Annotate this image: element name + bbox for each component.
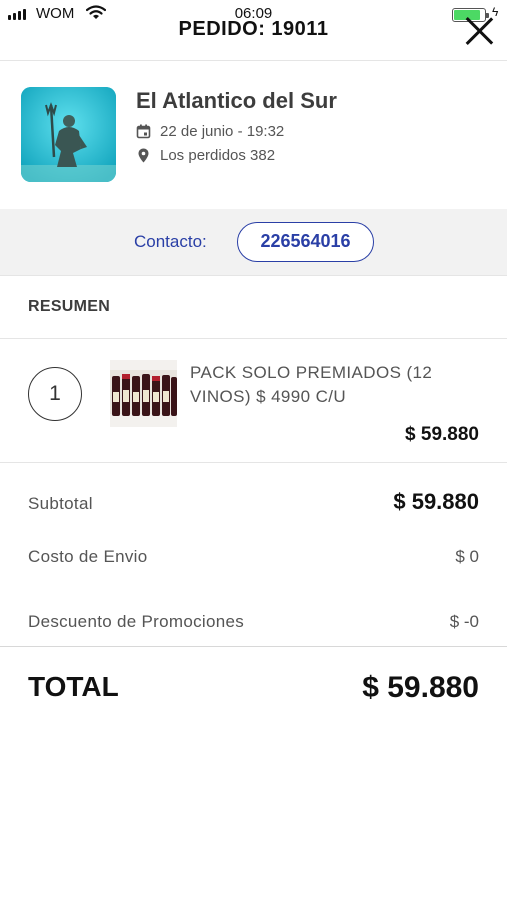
divider: [0, 338, 507, 339]
item-name: PACK SOLO PREMIADOS (12 VINOS) $ 4990 C/…: [190, 363, 433, 406]
contact-band: Contacto: 226564016: [0, 209, 507, 275]
shipping-label: Costo de Envio: [28, 547, 148, 566]
item-quantity: 1: [28, 367, 82, 421]
divider: [0, 646, 507, 647]
summary-title: RESUMEN: [28, 298, 111, 315]
store-name: El Atlantico del Sur: [136, 88, 337, 113]
product-image: [110, 360, 177, 427]
total-label: TOTAL: [28, 671, 119, 702]
store-datetime: 22 de junio - 19:32: [160, 123, 285, 140]
subtotal-label: Subtotal: [28, 494, 93, 513]
subtotal-value: $ 59.880: [393, 489, 479, 514]
contact-phone-button[interactable]: 226564016: [237, 222, 374, 262]
discount-label: Descuento de Promociones: [28, 612, 245, 631]
header-divider: [0, 60, 507, 61]
store-address: Los perdidos 382: [160, 147, 276, 164]
divider: [0, 275, 507, 276]
contact-label: Contacto:: [134, 232, 207, 251]
item-total: $ 59.880: [405, 424, 479, 445]
divider: [0, 462, 507, 463]
close-button[interactable]: [464, 16, 494, 46]
discount-value: $ -0: [449, 612, 479, 631]
calendar-icon: [136, 124, 151, 139]
location-pin-icon: [138, 148, 149, 163]
shipping-value: $ 0: [455, 547, 479, 566]
store-address-row: Los perdidos 382: [136, 147, 275, 164]
store-datetime-row: 22 de junio - 19:32: [136, 123, 284, 140]
store-image: [21, 87, 116, 182]
page-title: PEDIDO: 19011: [178, 18, 329, 40]
total-value: $ 59.880: [362, 671, 479, 704]
